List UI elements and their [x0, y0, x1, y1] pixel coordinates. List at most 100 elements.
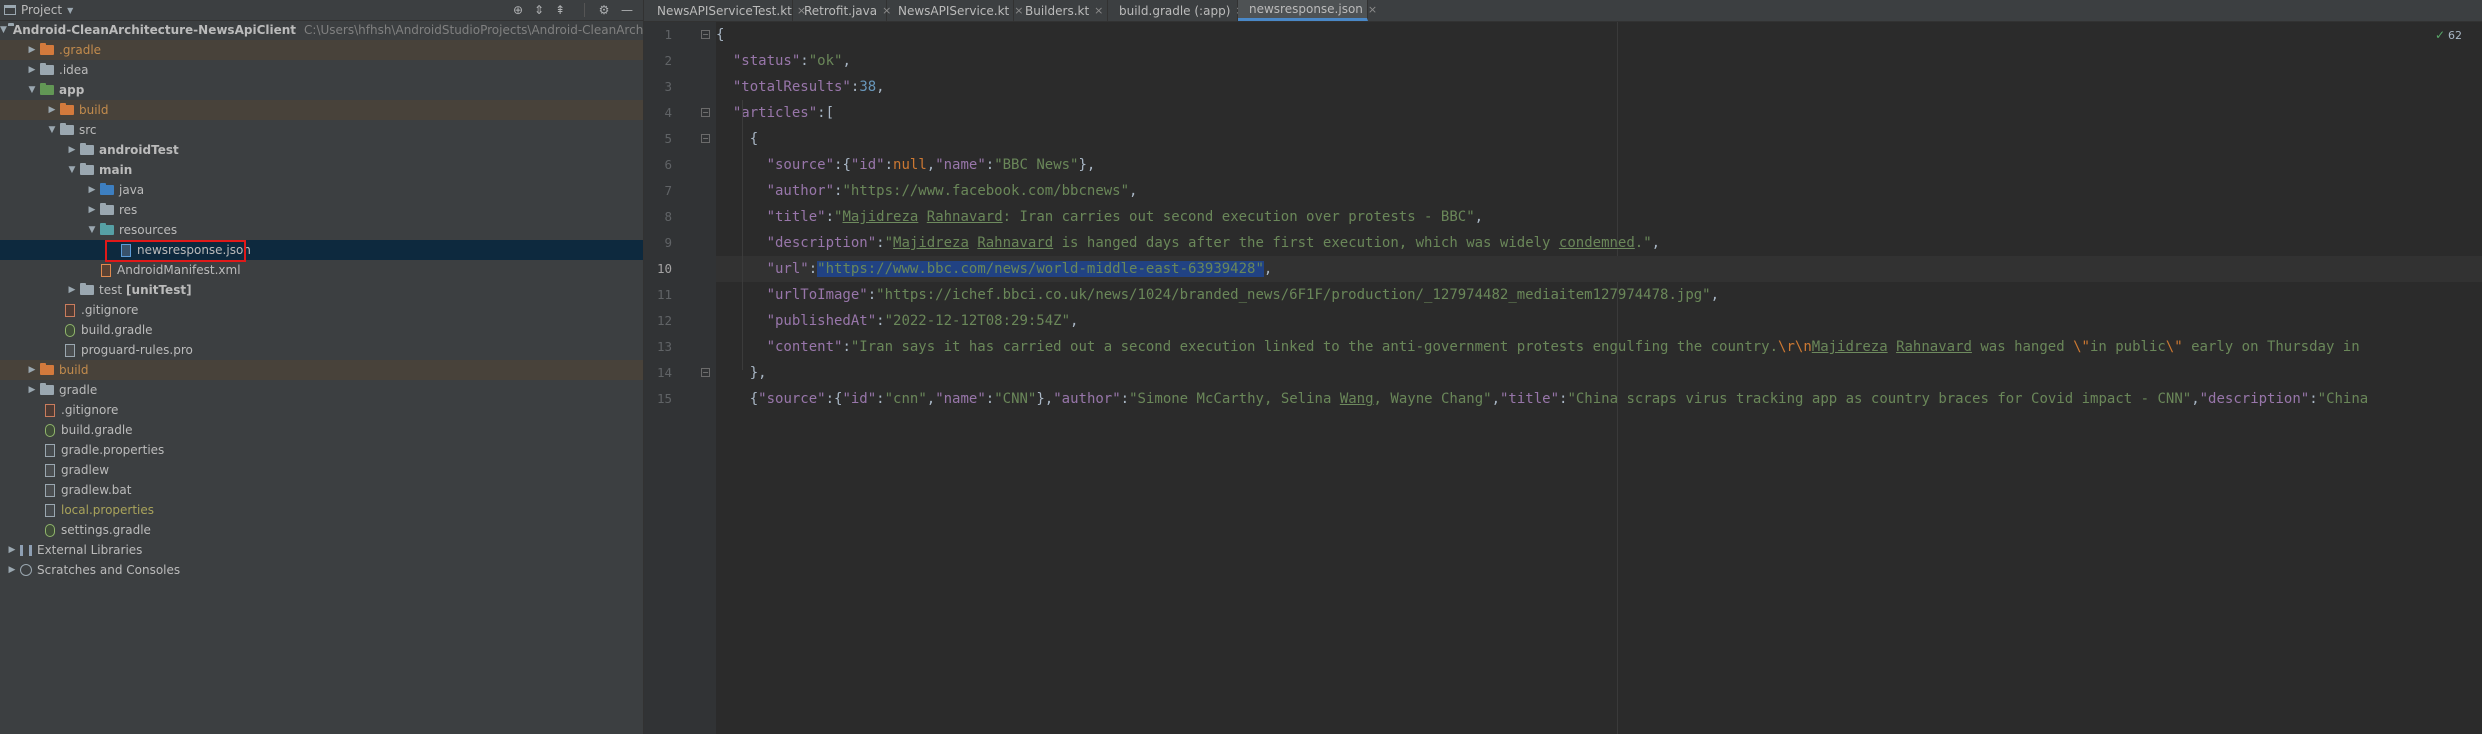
line-number: 1	[664, 27, 672, 42]
tree-item-root-gitignore[interactable]: .gitignore	[0, 400, 643, 420]
tree-item-label: newsresponse.json	[137, 243, 251, 257]
line-number: 7	[664, 183, 672, 198]
tab-label: Retrofit.java	[804, 3, 878, 18]
line-number-gutter[interactable]: 1 2 3 4 5 6 7 8 9 10 11 12 13 14 15 − − …	[644, 22, 716, 734]
tab-retrofit-java[interactable]: Retrofit.java ×	[793, 0, 891, 21]
toolbar-divider	[584, 3, 585, 17]
library-icon	[20, 544, 32, 556]
hide-panel-icon[interactable]: —	[618, 0, 636, 20]
tree-item-dot-gradle[interactable]: ▶ .gradle	[0, 40, 643, 60]
tree-item-test[interactable]: ▶ test [unitTest]	[0, 280, 643, 300]
line-number: 11	[656, 287, 672, 302]
tree-item-src[interactable]: ▼ src	[0, 120, 643, 140]
tree-item-label: local.properties	[61, 503, 155, 517]
expand-all-icon[interactable]: ⇕	[530, 0, 548, 20]
code-line: },	[749, 365, 767, 381]
tree-item-app-build-gradle[interactable]: build.gradle	[0, 320, 643, 340]
tree-item-gradle-folder[interactable]: ▶ gradle	[0, 380, 643, 400]
fold-icon[interactable]: −	[701, 134, 710, 143]
tab-newsapiservice[interactable]: NewsAPIService.kt ×	[887, 0, 1023, 21]
tree-item-resources[interactable]: ▼ resources	[0, 220, 643, 240]
tree-item-androidtest[interactable]: ▶ androidTest	[0, 140, 643, 160]
chevron-right-icon[interactable]: ▶	[85, 185, 99, 195]
tree-item-label: .idea	[59, 63, 89, 77]
code-line: "totalResults":38,	[732, 79, 885, 95]
line-number: 14	[656, 365, 672, 380]
indent-guide	[742, 100, 743, 370]
folder-icon	[80, 143, 94, 155]
line-number: 10	[656, 261, 672, 276]
tree-item-newsresponse-json[interactable]: newsresponse.json	[0, 240, 643, 260]
locate-file-icon[interactable]: ⊕	[509, 0, 527, 20]
line-number: 2	[664, 53, 672, 68]
code-editor[interactable]: { "status":"ok", "totalResults":38, "art…	[716, 22, 2482, 734]
chevron-down-icon[interactable]: ▼	[25, 85, 39, 95]
folder-icon	[40, 43, 54, 55]
tree-item-root-build-gradle[interactable]: build.gradle	[0, 420, 643, 440]
chevron-right-icon[interactable]: ▶	[25, 385, 39, 395]
tree-item-app[interactable]: ▼ app	[0, 80, 643, 100]
tree-item-res[interactable]: ▶ res	[0, 200, 643, 220]
tree-item-local-properties[interactable]: local.properties	[0, 500, 643, 520]
tab-newsapiservicetest[interactable]: NewsAPIServiceTest.kt ×	[646, 0, 806, 21]
gitignore-file-icon	[45, 403, 55, 417]
project-view-selector[interactable]: Project ▼	[4, 1, 73, 19]
chevron-down-icon[interactable]: ▼	[0, 25, 7, 35]
line-number: 4	[664, 105, 672, 120]
chevron-right-icon[interactable]: ▶	[25, 365, 39, 375]
tree-item-app-gitignore[interactable]: .gitignore	[0, 300, 643, 320]
tree-item-external-libraries[interactable]: ▶ External Libraries	[0, 540, 643, 560]
module-folder-icon	[40, 83, 54, 95]
code-line: "description":"Majidreza Rahnavard is ha…	[766, 235, 1661, 251]
tree-item-root-build[interactable]: ▶ build	[0, 360, 643, 380]
tree-item-scratches[interactable]: ▶ Scratches and Consoles	[0, 560, 643, 580]
tree-item-label: gradle.properties	[61, 443, 165, 457]
close-icon[interactable]: ×	[1094, 4, 1103, 17]
chevron-right-icon[interactable]: ▶	[5, 545, 19, 555]
chevron-right-icon[interactable]: ▶	[25, 65, 39, 75]
code-line: {	[716, 27, 725, 43]
chevron-right-icon[interactable]: ▶	[85, 205, 99, 215]
chevron-right-icon[interactable]: ▶	[65, 145, 79, 155]
chevron-right-icon[interactable]: ▶	[45, 105, 59, 115]
chevron-right-icon[interactable]: ▶	[5, 565, 19, 575]
tree-item-gradle-properties[interactable]: gradle.properties	[0, 440, 643, 460]
tree-item-gradlew-bat[interactable]: gradlew.bat	[0, 480, 643, 500]
chevron-right-icon[interactable]: ▶	[65, 285, 79, 295]
tree-item-app-build[interactable]: ▶ build	[0, 100, 643, 120]
folder-icon	[40, 383, 54, 395]
collapse-all-icon[interactable]: ⇞	[551, 0, 569, 20]
chevron-down-icon[interactable]: ▼	[65, 165, 79, 175]
tree-item-settings-gradle[interactable]: settings.gradle	[0, 520, 643, 540]
tree-item-gradlew[interactable]: gradlew	[0, 460, 643, 480]
tree-item-label: build.gradle	[81, 323, 153, 337]
gear-icon[interactable]: ⚙	[595, 0, 613, 20]
fold-icon[interactable]: −	[701, 368, 710, 377]
tree-item-idea[interactable]: ▶ .idea	[0, 60, 643, 80]
tab-label: NewsAPIServiceTest.kt	[657, 3, 792, 18]
folder-icon	[60, 123, 74, 135]
tree-item-label: AndroidManifest.xml	[117, 263, 241, 277]
fold-icon[interactable]: −	[701, 30, 710, 39]
close-icon[interactable]: ×	[1368, 3, 1377, 16]
chevron-right-icon[interactable]: ▶	[25, 45, 39, 55]
tree-item-main[interactable]: ▼ main	[0, 160, 643, 180]
line-number: 6	[664, 157, 672, 172]
tab-label: newsresponse.json	[1249, 2, 1363, 16]
tree-item-label: proguard-rules.pro	[81, 343, 193, 357]
tree-item-androidmanifest[interactable]: AndroidManifest.xml	[0, 260, 643, 280]
properties-file-icon	[45, 503, 55, 517]
chevron-down-icon[interactable]: ▼	[85, 225, 99, 235]
tree-item-label: settings.gradle	[61, 523, 151, 537]
tab-label: build.gradle (:app)	[1119, 3, 1231, 18]
tree-item-proguard[interactable]: proguard-rules.pro	[0, 340, 643, 360]
tab-newsresponse-json[interactable]: newsresponse.json ×	[1238, 0, 1377, 21]
tree-item-java[interactable]: ▶ java	[0, 180, 643, 200]
chevron-down-icon[interactable]: ▼	[45, 125, 59, 135]
inspection-widget[interactable]: ✓ 62	[2435, 28, 2462, 42]
tab-build-gradle-app[interactable]: build.gradle (:app) ×	[1108, 0, 1245, 21]
tree-item-project-root[interactable]: ▼ Android-CleanArchitecture-NewsApiClien…	[0, 20, 643, 40]
tab-builders[interactable]: Builders.kt ×	[1014, 0, 1108, 21]
fold-icon[interactable]: −	[701, 108, 710, 117]
tree-item-label: test	[99, 283, 123, 297]
